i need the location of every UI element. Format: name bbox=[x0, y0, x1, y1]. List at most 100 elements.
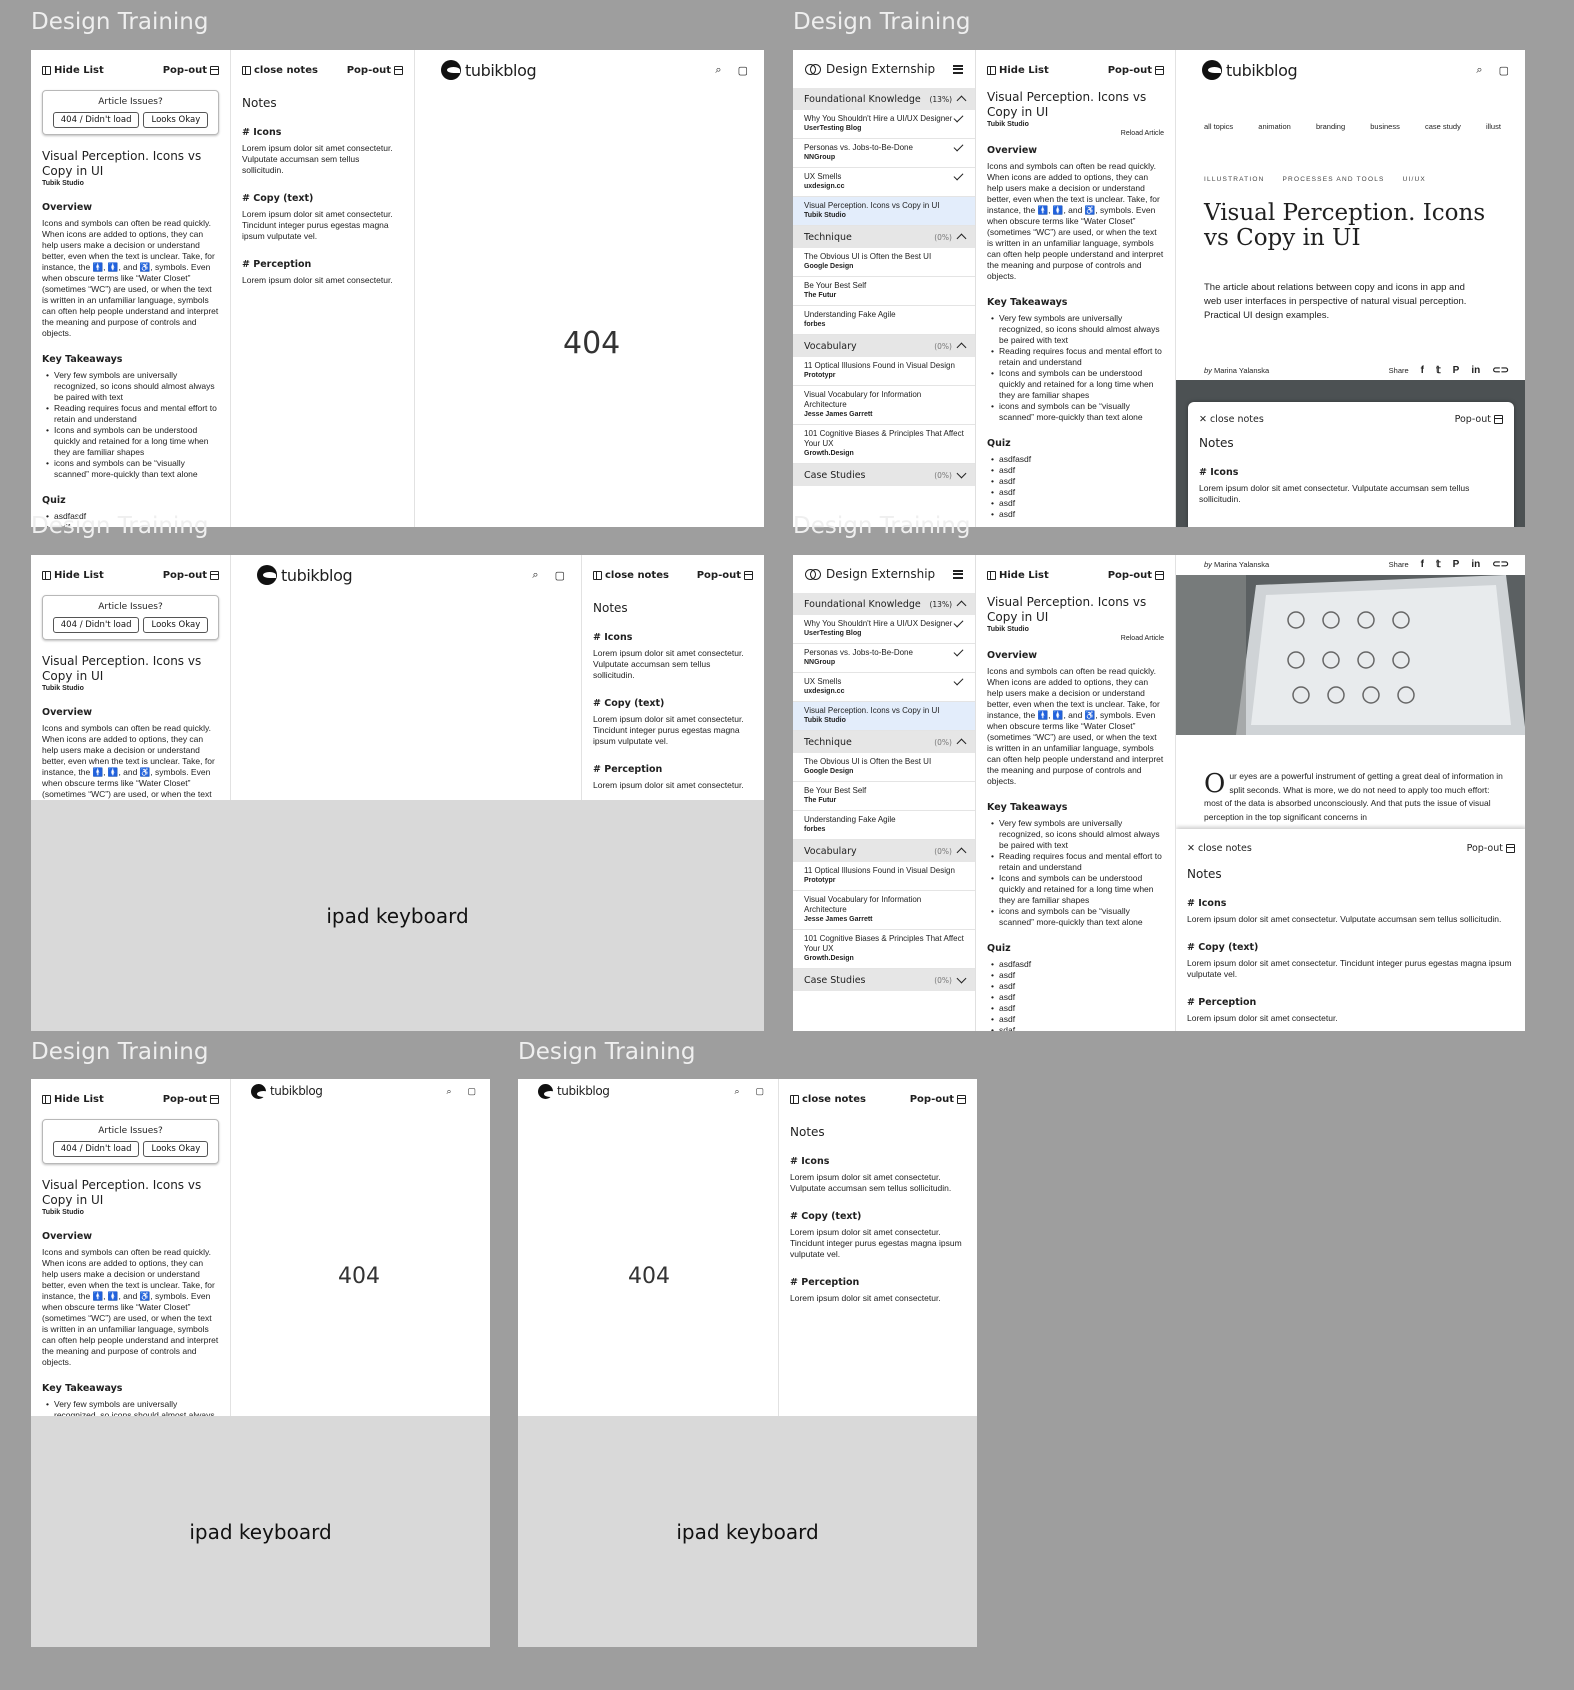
reload-article-link[interactable]: Reload Article bbox=[987, 635, 1164, 642]
close-notes-button[interactable]: close notes bbox=[593, 570, 669, 581]
note-body[interactable]: Lorem ipsum dolor sit amet consectetur. … bbox=[593, 648, 753, 681]
bag-icon[interactable]: ▢ bbox=[555, 569, 565, 582]
close-notes-button[interactable]: close notes bbox=[242, 65, 318, 76]
category-technique[interactable]: Technique (0%) bbox=[793, 226, 975, 248]
close-notes-button[interactable]: ✕ close notes bbox=[1199, 414, 1264, 425]
search-icon[interactable]: ⌕ bbox=[446, 1086, 451, 1097]
list-item[interactable]: Why You Shouldn't Hire a UI/UX Designer U… bbox=[793, 110, 975, 139]
facebook-icon[interactable]: f bbox=[1421, 559, 1424, 570]
list-item[interactable]: asdf bbox=[987, 970, 1164, 981]
hide-list-button[interactable]: Hide List bbox=[42, 570, 104, 581]
link-icon[interactable]: ⊂⊃ bbox=[1492, 559, 1509, 570]
author-name[interactable]: Marina Yalanska bbox=[1214, 366, 1269, 375]
note-body[interactable]: Lorem ipsum dolor sit amet consectetur. bbox=[1187, 1013, 1515, 1024]
note-body[interactable]: Lorem ipsum dolor sit amet consectetur. … bbox=[1187, 958, 1515, 980]
ipad-keyboard[interactable]: ipad keyboard bbox=[31, 800, 764, 1031]
search-icon[interactable]: ⌕ bbox=[532, 569, 538, 582]
pop-out-button[interactable]: Pop-out bbox=[1108, 65, 1164, 76]
search-icon[interactable]: ⌕ bbox=[734, 1086, 739, 1097]
tag[interactable]: PROCESSES AND TOOLS bbox=[1283, 176, 1385, 183]
note-body[interactable]: Lorem ipsum dolor sit amet consectetur. … bbox=[1199, 483, 1503, 505]
list-item[interactable]: asdf bbox=[987, 465, 1164, 476]
tag[interactable]: UI/UX bbox=[1403, 176, 1426, 183]
hide-list-button[interactable]: Hide List bbox=[42, 65, 104, 76]
bag-icon[interactable]: ▢ bbox=[1499, 64, 1509, 77]
list-item[interactable]: Why You Shouldn't Hire a UI/UX Designer U… bbox=[793, 615, 975, 644]
note-body[interactable]: Lorem ipsum dolor sit amet consectetur. bbox=[242, 275, 403, 286]
list-item[interactable]: Understanding Fake Agile forbes bbox=[793, 811, 975, 840]
pop-out-button[interactable]: Pop-out bbox=[697, 570, 753, 581]
note-body[interactable]: Lorem ipsum dolor sit amet consectetur. … bbox=[790, 1172, 966, 1194]
tubikblog-logo[interactable]: tubikblog bbox=[441, 60, 537, 80]
list-item[interactable]: The Obvious UI is Often the Best UI Googl… bbox=[793, 753, 975, 782]
hide-list-button[interactable]: Hide List bbox=[987, 65, 1049, 76]
list-item[interactable]: 101 Cognitive Biases & Principles That A… bbox=[793, 425, 975, 464]
reload-article-link[interactable]: Reload Article bbox=[987, 130, 1164, 137]
list-item[interactable]: asdf bbox=[987, 498, 1164, 509]
category-foundational[interactable]: Foundational Knowledge (13%) bbox=[793, 88, 975, 110]
list-item[interactable]: Be Your Best Self The Futur bbox=[793, 782, 975, 811]
tubikblog-logo[interactable]: tubikblog bbox=[251, 1083, 323, 1099]
pop-out-button[interactable]: Pop-out bbox=[347, 65, 403, 76]
didnt-load-button[interactable]: 404 / Didn't load bbox=[52, 617, 140, 633]
category-foundational[interactable]: Foundational Knowledge (13%) bbox=[793, 593, 975, 615]
list-item[interactable]: 11 Optical Illusions Found in Visual Des… bbox=[793, 862, 975, 891]
note-body[interactable]: Lorem ipsum dolor sit amet consectetur. bbox=[593, 780, 753, 791]
menu-icon[interactable] bbox=[953, 569, 963, 579]
list-item[interactable]: Personas vs. Jobs-to-Be-Done NNGroup bbox=[793, 139, 975, 168]
ipad-keyboard[interactable]: ipad keyboard bbox=[518, 1416, 977, 1647]
linkedin-icon[interactable]: in bbox=[1471, 559, 1480, 570]
pop-out-button[interactable]: Pop-out bbox=[910, 1094, 966, 1105]
pop-out-button[interactable]: Pop-out bbox=[163, 1094, 219, 1105]
topic-link[interactable]: branding bbox=[1316, 122, 1345, 131]
link-icon[interactable]: ⊂⊃ bbox=[1492, 365, 1509, 376]
pop-out-button[interactable]: Pop-out bbox=[163, 65, 219, 76]
list-item[interactable]: asdfasdf bbox=[987, 959, 1164, 970]
pinterest-icon[interactable]: P bbox=[1453, 559, 1460, 570]
note-body[interactable]: Lorem ipsum dolor sit amet consectetur. … bbox=[1187, 914, 1515, 925]
category-vocabulary[interactable]: Vocabulary (0%) bbox=[793, 335, 975, 357]
bag-icon[interactable]: ▢ bbox=[467, 1086, 476, 1097]
list-item[interactable]: asdfasdf bbox=[987, 454, 1164, 465]
list-item[interactable]: Visual Vocabulary for Information Archit… bbox=[793, 386, 975, 425]
note-body[interactable]: Lorem ipsum dolor sit amet consectetur. … bbox=[242, 143, 403, 176]
note-body[interactable]: Lorem ipsum dolor sit amet consectetur. bbox=[790, 1293, 966, 1304]
bag-icon[interactable]: ▢ bbox=[755, 1086, 764, 1097]
list-item[interactable]: UX Smells uxdesign.cc bbox=[793, 673, 975, 702]
author-name[interactable]: Marina Yalanska bbox=[1214, 560, 1269, 569]
didnt-load-button[interactable]: 404 / Didn't load bbox=[52, 112, 140, 128]
menu-icon[interactable] bbox=[953, 64, 963, 74]
list-item[interactable]: asdf bbox=[987, 509, 1164, 520]
list-item[interactable]: asdf bbox=[987, 981, 1164, 992]
list-item[interactable]: sdaf bbox=[987, 1025, 1164, 1031]
search-icon[interactable]: ⌕ bbox=[1476, 64, 1482, 77]
list-item[interactable]: asdf bbox=[987, 992, 1164, 1003]
tag[interactable]: ILLUSTRATION bbox=[1204, 176, 1265, 183]
note-body[interactable]: Lorem ipsum dolor sit amet consectetur. … bbox=[790, 1227, 966, 1260]
search-icon[interactable]: ⌕ bbox=[715, 64, 721, 77]
twitter-icon[interactable]: 𝕥 bbox=[1436, 559, 1441, 570]
tubikblog-logo[interactable]: tubikblog bbox=[257, 565, 353, 585]
close-notes-button[interactable]: close notes bbox=[790, 1094, 866, 1105]
note-body[interactable]: Lorem ipsum dolor sit amet consectetur. … bbox=[593, 714, 753, 747]
hide-list-button[interactable]: Hide List bbox=[42, 1094, 104, 1105]
note-body[interactable]: Lorem ipsum dolor sit amet consectetur. … bbox=[242, 209, 403, 242]
list-item[interactable]: Understanding Fake Agile forbes bbox=[793, 306, 975, 335]
pop-out-button[interactable]: Pop-out bbox=[163, 570, 219, 581]
looks-okay-button[interactable]: Looks Okay bbox=[143, 1141, 209, 1157]
list-item[interactable]: Be Your Best Self The Futur bbox=[793, 277, 975, 306]
list-item[interactable]: asdf bbox=[987, 1003, 1164, 1014]
list-item[interactable]: Visual Vocabulary for Information Archit… bbox=[793, 891, 975, 930]
category-technique[interactable]: Technique (0%) bbox=[793, 731, 975, 753]
looks-okay-button[interactable]: Looks Okay bbox=[143, 617, 209, 633]
bag-icon[interactable]: ▢ bbox=[738, 64, 748, 77]
pop-out-button[interactable]: Pop-out bbox=[1455, 414, 1503, 425]
list-item[interactable]: asdf bbox=[987, 1014, 1164, 1025]
topic-link[interactable]: animation bbox=[1258, 122, 1291, 131]
tubikblog-logo[interactable]: tubikblog bbox=[1202, 60, 1298, 80]
pinterest-icon[interactable]: P bbox=[1453, 365, 1460, 376]
topic-link[interactable]: business bbox=[1370, 122, 1400, 131]
list-item[interactable]: The Obvious UI is Often the Best UI Googl… bbox=[793, 248, 975, 277]
list-item-selected[interactable]: Visual Perception. Icons vs Copy in UI Tu… bbox=[793, 197, 975, 226]
topic-link[interactable]: case study bbox=[1425, 122, 1461, 131]
